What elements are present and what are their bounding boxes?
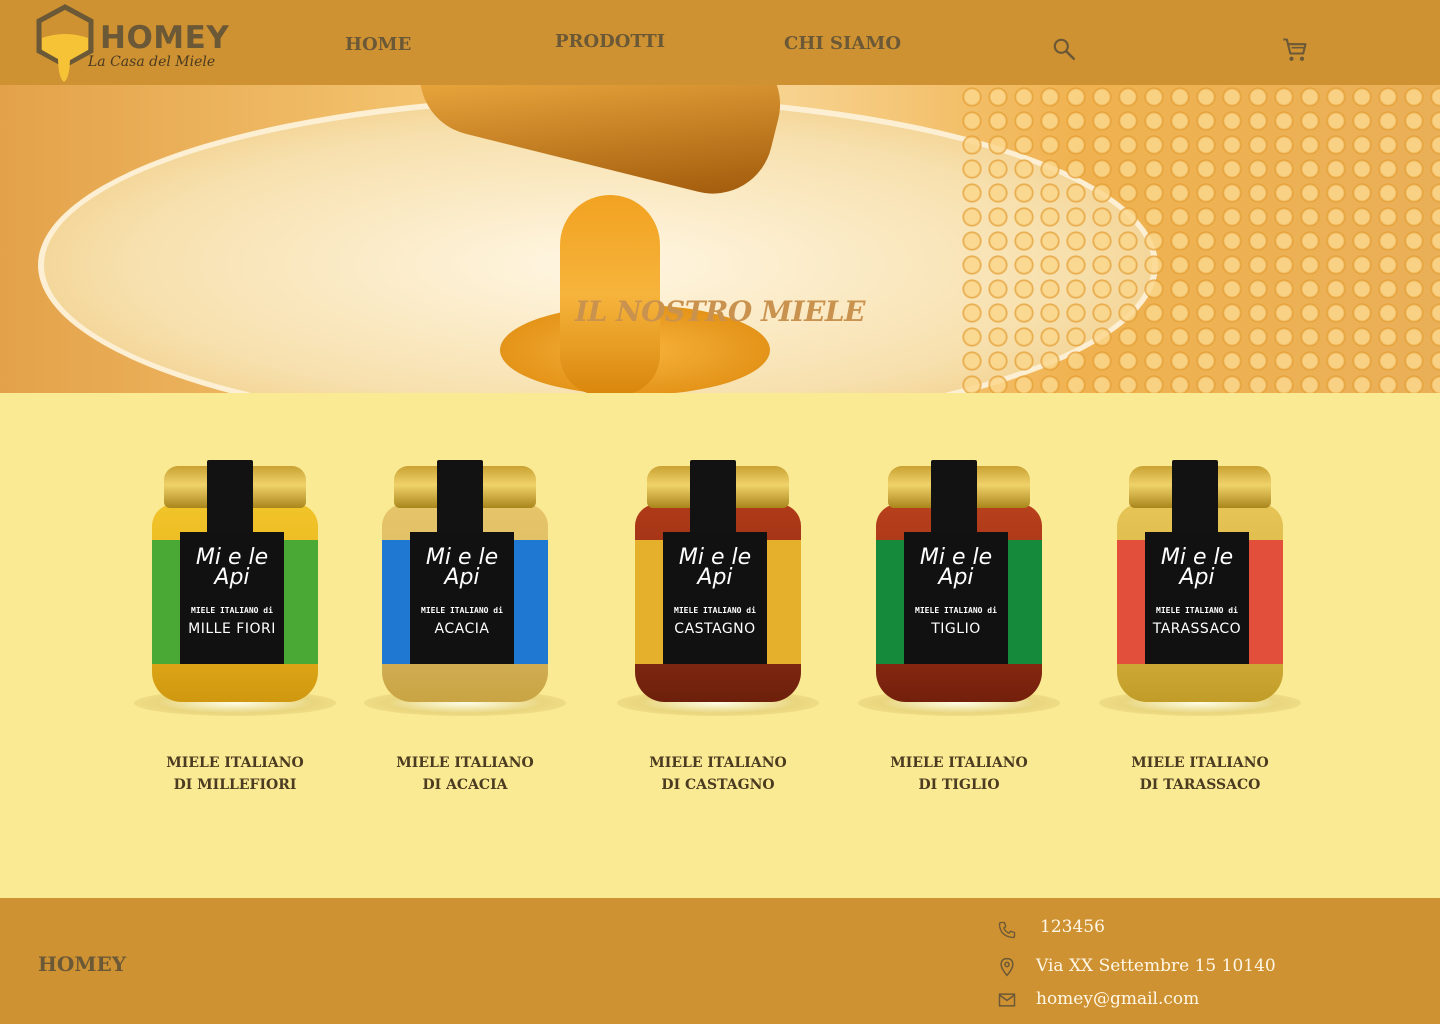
product-jar-image[interactable]: Mi e le Api MIELE ITALIANO di TIGLIO	[858, 458, 1060, 718]
label-band-right	[767, 540, 801, 664]
label-band-right	[1008, 540, 1042, 664]
contact-email[interactable]: homey@gmail.com	[1036, 989, 1199, 1009]
product-title[interactable]: MIELE ITALIANO DI MILLEFIORI	[125, 752, 345, 796]
product-card[interactable]: Mi e le Api MIELE ITALIANO di ACACIA MIE…	[355, 458, 575, 796]
jar-label: Mi e le Api MIELE ITALIANO di MILLE FIOR…	[152, 532, 318, 664]
jar-name: CASTAGNO	[674, 621, 756, 637]
product-jar-image[interactable]: Mi e le Api MIELE ITALIANO di TARASSACO	[1099, 458, 1301, 718]
logo-tagline: La Casa del Miele	[88, 54, 216, 70]
product-title-line2: DI MILLEFIORI	[173, 777, 297, 793]
jar-label: Mi e le Api MIELE ITALIANO di CASTAGNO	[635, 532, 801, 664]
jar-label: Mi e le Api MIELE ITALIANO di TARASSACO	[1117, 532, 1283, 664]
jar-name: ACACIA	[434, 621, 490, 637]
nav-prodotti[interactable]: PRODOTTI	[555, 31, 665, 52]
jar-sub: MIELE ITALIANO di	[915, 606, 997, 615]
mail-icon	[998, 993, 1016, 1007]
jar-name: TARASSACO	[1152, 621, 1242, 637]
label-band-left	[635, 540, 663, 664]
product-title[interactable]: MIELE ITALIANO DI ACACIA	[355, 752, 575, 796]
location-pin-icon	[1000, 957, 1014, 977]
label-band-right	[1249, 540, 1283, 664]
jar-brand: Mi e le Api	[919, 545, 993, 590]
product-title[interactable]: MIELE ITALIANO DI CASTAGNO	[608, 752, 828, 796]
homey-logo[interactable]: HOMEY La Casa del Miele	[34, 4, 229, 84]
product-title-line1: MIELE ITALIANO	[396, 755, 534, 771]
cart-icon	[1283, 38, 1307, 61]
product-title-line2: DI TIGLIO	[918, 777, 1000, 793]
nav-chi-siamo[interactable]: CHI SIAMO	[784, 33, 901, 54]
product-title[interactable]: MIELE ITALIANO DI TARASSACO	[1090, 752, 1310, 796]
jar-sub: MIELE ITALIANO di	[1156, 606, 1238, 615]
contact-phone[interactable]: 123456	[1040, 917, 1105, 937]
product-jar-image[interactable]: Mi e le Api MIELE ITALIANO di CASTAGNO	[617, 458, 819, 718]
contact-address: Via XX Settembre 15 10140	[1036, 956, 1276, 976]
product-title-line2: DI ACACIA	[422, 777, 508, 793]
product-title[interactable]: MIELE ITALIANO DI TIGLIO	[849, 752, 1069, 796]
cart-button[interactable]	[1281, 36, 1309, 64]
product-title-line1: MIELE ITALIANO	[166, 755, 304, 771]
product-title-line1: MIELE ITALIANO	[890, 755, 1028, 771]
product-card[interactable]: Mi e le Api MIELE ITALIANO di MILLE FIOR…	[125, 458, 345, 796]
jar-sub: MIELE ITALIANO di	[674, 606, 756, 615]
product-title-line1: MIELE ITALIANO	[1131, 755, 1269, 771]
jar-sub: MIELE ITALIANO di	[191, 606, 273, 615]
footer-brand: HOMEY	[38, 952, 126, 976]
jar-brand: Mi e le Api	[1160, 545, 1234, 590]
product-title-line2: DI CASTAGNO	[661, 777, 775, 793]
jar-sub: MIELE ITALIANO di	[421, 606, 503, 615]
product-card[interactable]: Mi e le Api MIELE ITALIANO di TARASSACO …	[1090, 458, 1310, 796]
product-card[interactable]: Mi e le Api MIELE ITALIANO di TIGLIO MIE…	[849, 458, 1069, 796]
jar-label: Mi e le Api MIELE ITALIANO di TIGLIO	[876, 532, 1042, 664]
site-footer: HOMEY 123456 Via XX Settembre 15 10140 h…	[0, 898, 1440, 1024]
product-title-line1: MIELE ITALIANO	[649, 755, 787, 771]
jar-brand: Mi e le Api	[678, 545, 752, 590]
label-band-right	[514, 540, 548, 664]
logo-name: HOMEY	[100, 20, 230, 56]
search-button[interactable]	[1051, 36, 1077, 62]
label-band-right	[284, 540, 318, 664]
phone-icon	[998, 921, 1016, 939]
honeycomb-logo-icon	[36, 4, 94, 82]
jar-name: TIGLIO	[931, 621, 981, 637]
product-jar-image[interactable]: Mi e le Api MIELE ITALIANO di MILLE FIOR…	[134, 458, 336, 718]
honeycomb-image	[960, 85, 1440, 393]
label-band-left	[1117, 540, 1145, 664]
label-band-left	[382, 540, 410, 664]
jar-brand: Mi e le Api	[195, 545, 269, 590]
label-band-left	[152, 540, 180, 664]
product-card[interactable]: Mi e le Api MIELE ITALIANO di CASTAGNO M…	[608, 458, 828, 796]
product-title-line2: DI TARASSACO	[1139, 777, 1261, 793]
hero-title: IL NOSTRO MIELE	[575, 295, 865, 328]
honey-stream-image	[560, 195, 660, 393]
product-jar-image[interactable]: Mi e le Api MIELE ITALIANO di ACACIA	[364, 458, 566, 718]
site-header: HOMEY La Casa del Miele HOME PRODOTTI CH…	[0, 0, 1440, 85]
hero-banner: IL NOSTRO MIELE	[0, 85, 1440, 393]
jar-label: Mi e le Api MIELE ITALIANO di ACACIA	[382, 532, 548, 664]
label-band-left	[876, 540, 904, 664]
jar-brand: Mi e le Api	[425, 545, 499, 590]
nav-home[interactable]: HOME	[345, 34, 411, 55]
jar-name: MILLE FIORI	[188, 621, 276, 637]
search-icon	[1053, 38, 1076, 61]
